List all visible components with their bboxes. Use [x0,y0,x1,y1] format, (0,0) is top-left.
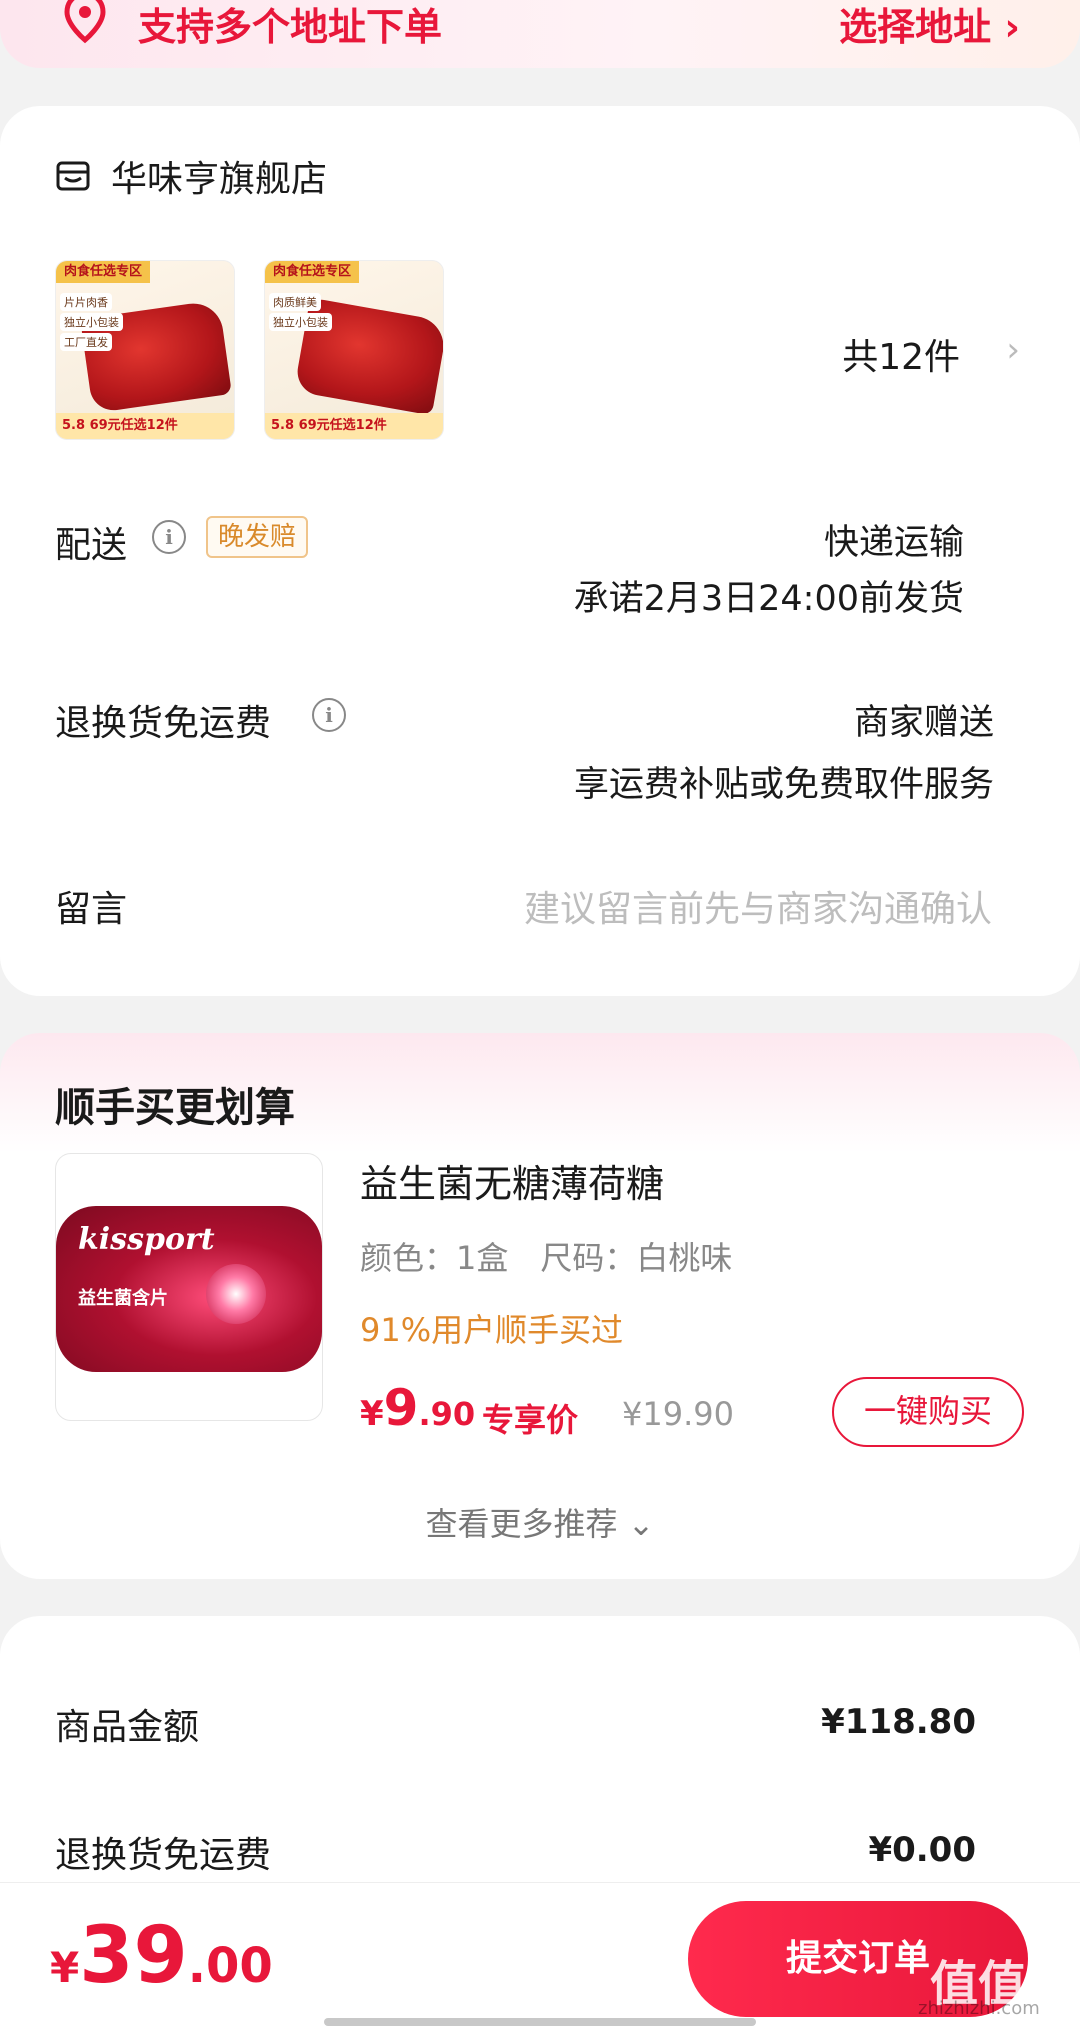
recommend-card: 顺手买更划算 kissport 益生菌含片 益生菌无糖薄荷糖 颜色：1盒 尺码：… [0,1033,1080,1579]
return-fee-total-label: 退换货免运费 [55,1835,272,1876]
order-confirm-page: 支持多个地址下单 选择地址 › 华味亨旗舰店 肉食任选专区 片片肉香 独立小包装… [0,0,1080,2028]
home-indicator[interactable] [324,2018,756,2026]
thumbnail-promo: 69元任选12件 [89,418,178,433]
currency-symbol: ¥ [50,1943,80,1992]
recommend-product-spec[interactable]: 颜色：1盒 尺码：白桃味 [360,1233,732,1279]
recommend-product-name[interactable]: 益生菌无糖薄荷糖 [360,1153,664,1208]
return-fee-total-value: ¥0.00 [868,1830,976,1870]
store-name: 华味亨旗舰店 [111,159,328,200]
delivery-method: 快递运输 [823,523,964,563]
address-banner-text: 支持多个地址下单 [138,5,443,49]
late-compensation-badge: 晚发赔 [206,516,309,558]
currency-symbol: ¥ [360,1394,384,1434]
thumbnail-tag: 肉食任选专区 [56,261,151,283]
product-image-label: 益生菌含片 [78,1288,168,1309]
store-icon [56,161,90,191]
thumbnail-price: 5.8 69元任选12件 [265,413,443,439]
info-icon[interactable]: i [152,520,186,554]
pay-total: ¥ 39 .00 [50,1911,273,2001]
thumbnail-price-value: 5.8 [62,418,86,433]
thumbnail-label: 独立小包装 [269,313,332,331]
more-recommend-link[interactable]: 查看更多推荐 ⌄ [0,1499,1080,1545]
message-label: 留言 [55,889,128,930]
delivery-promise: 承诺2月3日24:00前发货 [573,579,964,619]
recommend-price: ¥ 9 .90 [360,1379,475,1437]
recommend-title: 顺手买更划算 [55,1085,295,1131]
price-decimal: .90 [418,1395,476,1433]
thumbnail-price-value: 5.8 [271,418,295,433]
product-thumbnail[interactable]: 肉食任选专区 肉质鲜美 独立小包装 5.8 69元任选12件 [264,260,444,440]
recommend-product-tip: 91%用户顺手买过 [360,1311,624,1349]
recommend-product-image[interactable]: kissport 益生菌含片 [55,1153,323,1421]
goods-amount-value: ¥118.80 [821,1702,976,1742]
thumbnail-price: 5.8 69元任选12件 [56,413,234,439]
watermark-url: zhizhizhi.com [918,1998,1040,2019]
item-count[interactable]: 共12件 [842,328,960,380]
info-icon[interactable]: i [312,698,346,732]
address-banner[interactable]: 支持多个地址下单 选择地址 › [0,0,1080,68]
brand-logo: kissport [78,1222,215,1257]
original-price: ¥19.90 [622,1395,734,1433]
thumbnail-label: 肉质鲜美 [269,293,321,311]
product-orb-graphic [206,1264,266,1324]
delivery-label: 配送 [55,525,128,566]
store-header[interactable]: 华味亨旗舰店 [55,150,327,202]
return-fee-value: 商家赠送 [853,703,994,743]
product-thumbnail[interactable]: 肉食任选专区 片片肉香 独立小包装 工厂直发 5.8 69元任选12件 [55,260,235,440]
thumbnail-label: 工厂直发 [60,333,112,351]
thumbnail-label: 片片肉香 [60,293,112,311]
choose-address-link[interactable]: 选择地址 › [839,0,1020,51]
thumbnail-label: 独立小包装 [60,313,123,331]
store-card: 华味亨旗舰店 肉食任选专区 片片肉香 独立小包装 工厂直发 5.8 69元任选1… [0,106,1080,996]
total-decimal: .00 [187,1938,273,1994]
return-fee-label: 退换货免运费 [55,703,272,744]
chevron-right-icon[interactable]: › [1006,330,1020,370]
return-fee-desc: 享运费补贴或免费取件服务 [573,765,994,805]
exclusive-price-label: 专享价 [482,1401,579,1439]
thumbnail-promo: 69元任选12件 [298,418,387,433]
price-integer: 9 [383,1379,419,1437]
total-integer: 39 [79,1911,188,2001]
one-click-buy-button[interactable]: 一键购买 [832,1377,1024,1447]
location-pin-icon [64,0,106,44]
thumbnail-tag: 肉食任选专区 [265,261,360,283]
message-input[interactable]: 建议留言前先与商家沟通确认 [524,880,992,932]
goods-amount-label: 商品金额 [55,1707,200,1748]
